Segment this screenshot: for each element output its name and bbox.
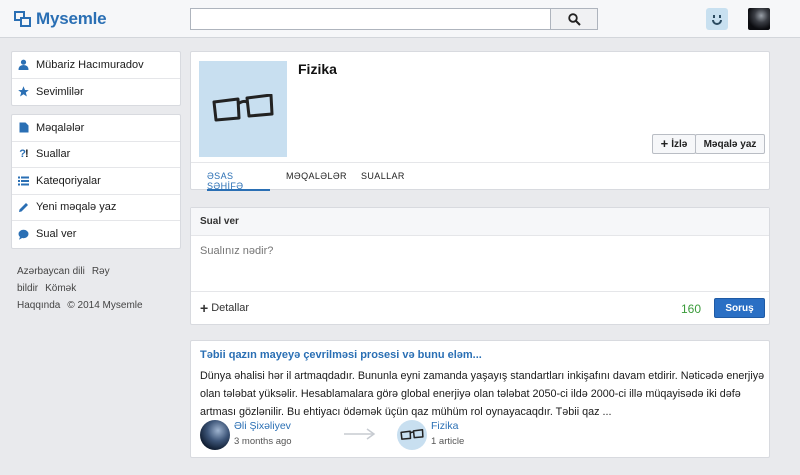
author-name[interactable]: Əli Şixəliyev xyxy=(234,420,291,432)
tab-questions[interactable]: SUALLAR xyxy=(361,171,405,191)
sidebar-item-profile[interactable]: Mübariz Hacımuradov xyxy=(12,52,180,79)
footer-link-help[interactable]: Kömək xyxy=(45,283,76,294)
details-label: Detallar xyxy=(211,302,250,314)
search-button[interactable] xyxy=(550,8,598,30)
sidebar-item-articles[interactable]: Məqalələr xyxy=(12,115,180,142)
sidebar-item-label: Kateqoriyalar xyxy=(36,174,101,187)
write-article-button[interactable]: Məqalə yaz xyxy=(695,134,765,154)
article-excerpt: Dünya əhalisi hər il artmaqdadır. Bununl… xyxy=(200,367,765,421)
logo-text: Mysemle xyxy=(36,9,107,28)
tab-articles[interactable]: MƏQALƏLƏR xyxy=(286,171,347,191)
sidebar-item-favorites[interactable]: Sevimlilər xyxy=(12,79,180,106)
page-title: Fizika xyxy=(298,61,337,77)
follow-button[interactable]: + İzlə xyxy=(652,134,696,154)
top-bar: Mysemle xyxy=(0,0,800,38)
article-title[interactable]: Təbii qazın mayeyə çevrilməsi prosesi və… xyxy=(200,349,482,361)
sidebar-item-questions[interactable]: ?! Suallar xyxy=(12,142,180,168)
user-avatar[interactable] xyxy=(748,8,770,30)
footer-link-about[interactable]: Haqqında xyxy=(17,300,60,311)
question-icon: ?! xyxy=(19,148,28,161)
search-icon xyxy=(567,12,581,26)
list-icon xyxy=(18,175,29,186)
topic-tabs: ƏSAS SƏHİFƏ MƏQALƏLƏR SUALLAR xyxy=(191,162,769,191)
star-icon xyxy=(18,86,29,97)
topic-image xyxy=(199,61,287,157)
details-toggle[interactable]: + Detallar xyxy=(200,300,250,316)
arrow-right-icon xyxy=(344,428,376,440)
sidebar-item-label: Sual ver xyxy=(36,228,77,241)
sidebar-item-ask-question[interactable]: Sual ver xyxy=(12,221,180,248)
tab-main-page[interactable]: ƏSAS SƏHİFƏ xyxy=(207,171,270,191)
category-avatar[interactable] xyxy=(397,420,427,450)
character-counter: 160 xyxy=(681,302,702,316)
plus-icon: + xyxy=(660,136,669,151)
sidebar-item-write-article[interactable]: Yeni məqalə yaz xyxy=(12,195,180,221)
sidebar-user-menu: Mübariz Hacımuradov Sevimlilər xyxy=(11,51,181,106)
write-article-label: Məqalə yaz xyxy=(703,138,757,150)
notifications-smiley-icon[interactable] xyxy=(706,8,728,30)
sidebar-footer: Azərbaycan dili Rəy bildir Kömək Haqqında ©… xyxy=(11,257,181,311)
sidebar-item-categories[interactable]: Kateqoriyalar xyxy=(12,168,180,195)
ask-question-heading: Sual ver xyxy=(191,208,769,236)
category-article-count: 1 article xyxy=(431,436,465,447)
author-avatar[interactable] xyxy=(200,420,230,450)
sidebar-item-label: Mübariz Hacımuradov xyxy=(36,58,144,71)
pencil-icon xyxy=(18,202,29,213)
submit-question-button[interactable]: Soruş xyxy=(714,298,765,318)
footer-link-language[interactable]: Azərbaycan dili xyxy=(17,266,85,277)
article-excerpt-line: Dünya əhalisi hər il artmaqdadır. Bununl… xyxy=(200,370,765,382)
article-excerpt-line: artması gözlənilir. Bu ehtiyacı ödəmək ü… xyxy=(200,406,612,418)
topic-header-card: Fizika + İzlə Məqalə yaz ƏSAS SƏHİFƏ MƏQ… xyxy=(190,51,770,191)
speech-bubble-icon xyxy=(18,229,29,240)
logo-icon xyxy=(14,10,32,28)
glasses-icon xyxy=(212,94,274,122)
user-icon xyxy=(18,59,29,71)
plus-icon: + xyxy=(200,300,209,316)
article-excerpt-line: olan tələbat yüksəlir. Hesablamalara gör… xyxy=(200,388,741,400)
sidebar-item-label: Sevimlilər xyxy=(36,85,84,98)
sidebar-nav-menu: Məqalələr ?! Suallar Kateqoriyalar Yeni … xyxy=(11,114,181,249)
sidebar-item-label: Məqalələr xyxy=(36,121,85,134)
ask-question-box: Sual ver + Detallar 160 Soruş xyxy=(190,207,770,325)
document-icon xyxy=(18,122,29,133)
sidebar-item-label: Yeni məqalə yaz xyxy=(36,201,117,214)
sidebar-item-label: Suallar xyxy=(36,148,71,161)
question-input[interactable] xyxy=(200,245,740,257)
glasses-icon xyxy=(400,429,424,440)
article-card: Təbii qazın mayeyə çevrilməsi prosesi və… xyxy=(190,340,770,458)
ask-question-footer: + Detallar 160 Soruş xyxy=(191,291,769,325)
footer-copyright: © 2014 Mysemle xyxy=(67,300,143,311)
category-name[interactable]: Fizika xyxy=(431,420,458,432)
logo[interactable]: Mysemle xyxy=(14,9,107,29)
search-input[interactable] xyxy=(190,8,550,30)
follow-button-label: İzlə xyxy=(671,138,688,150)
article-time: 3 months ago xyxy=(234,436,292,447)
